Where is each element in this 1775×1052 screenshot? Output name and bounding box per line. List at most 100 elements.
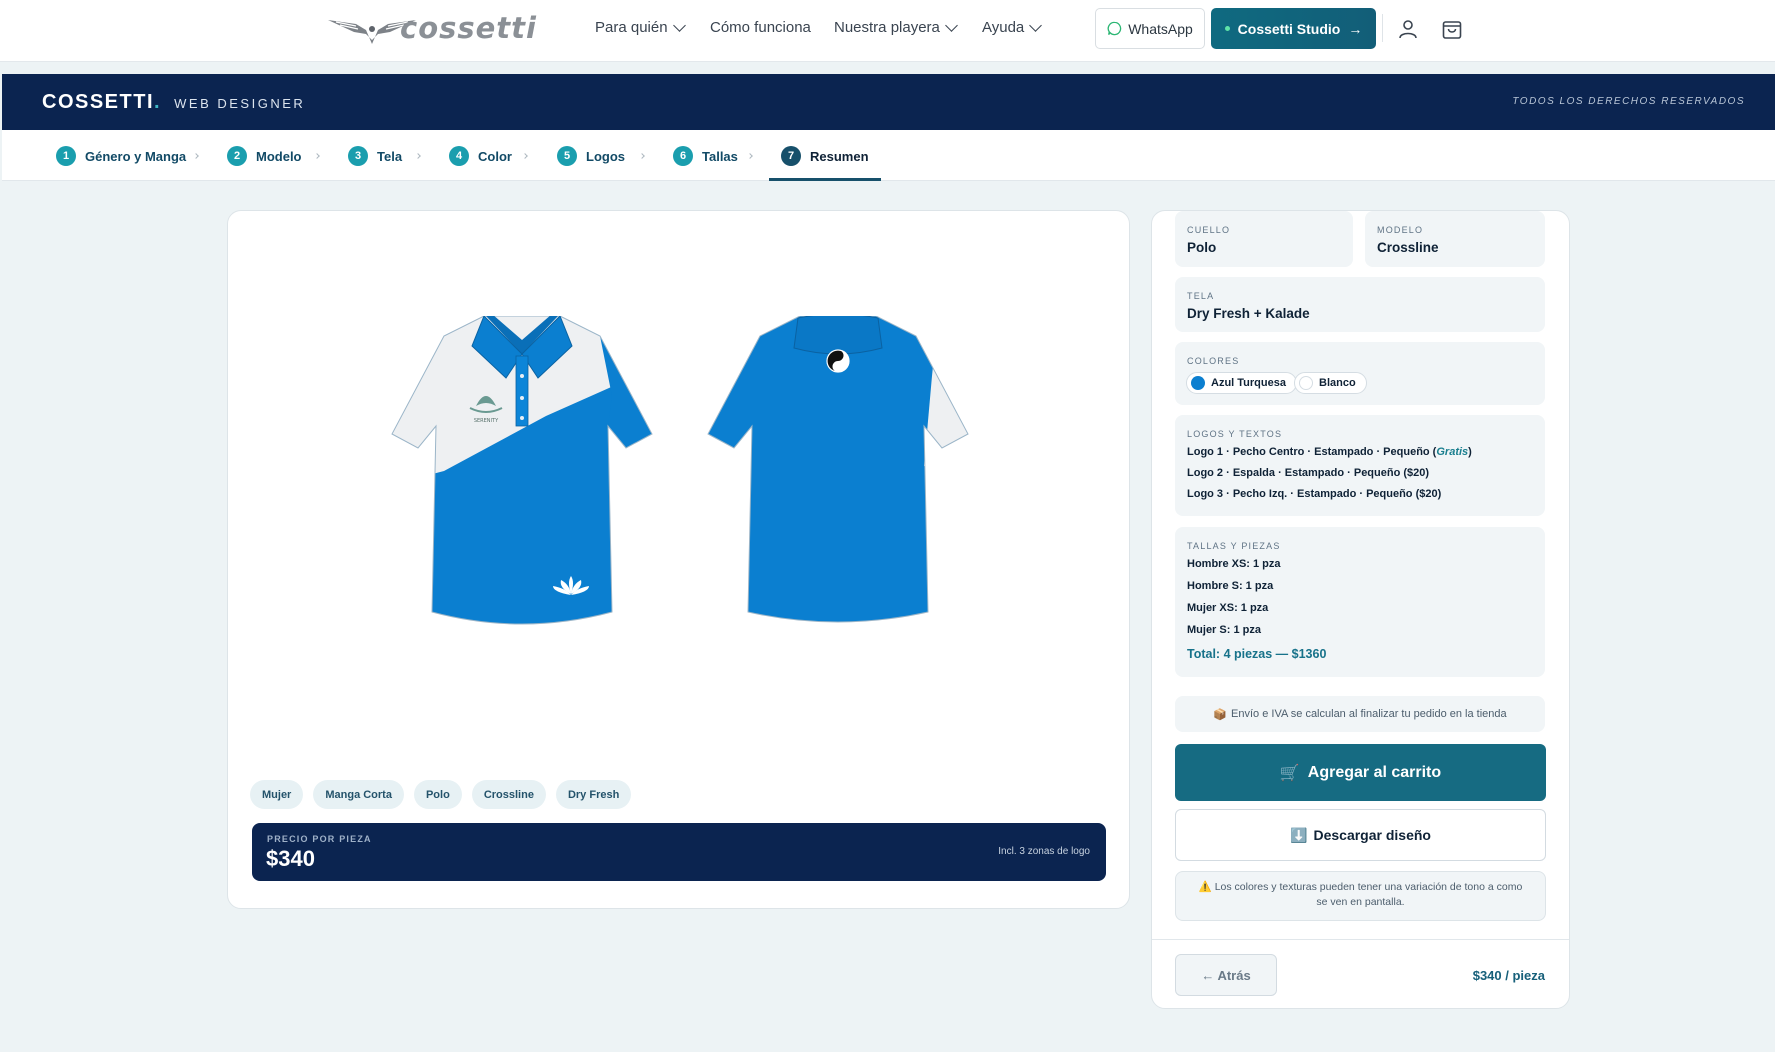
step-resumen[interactable]: 7 Resumen xyxy=(781,146,869,166)
logo-free-label: Gratis xyxy=(1436,446,1469,458)
warning-icon: ⚠️ xyxy=(1198,881,1212,893)
shipping-note: 📦 Envío e IVA se calculan al finalizar t… xyxy=(1175,696,1545,732)
top-navbar: cossetti Para quién Cómo funciona Nuestr… xyxy=(0,0,1775,62)
nav-label: Nuestra playera xyxy=(834,19,940,36)
price-value: $340 xyxy=(266,846,315,871)
designer-header: COSSETTI. WEB DESIGNER TODOS LOS DERECHO… xyxy=(2,74,1775,130)
step-chevron-icon xyxy=(522,153,528,159)
arrow-right-icon: → xyxy=(1348,20,1363,37)
warning-text: Los colores y texturas pueden tener una … xyxy=(1214,881,1523,908)
chevron-down-icon xyxy=(1029,19,1043,32)
summary-cuello: CUELLO Polo xyxy=(1175,211,1353,267)
step-modelo[interactable]: 2 Modelo xyxy=(227,146,302,166)
status-dot-icon xyxy=(1224,26,1230,31)
summary-value: Polo xyxy=(1187,240,1217,255)
back-button[interactable]: ← Atrás xyxy=(1175,954,1277,996)
shopping-bag-icon[interactable] xyxy=(1440,17,1464,41)
panel-divider xyxy=(1152,939,1569,940)
logo-line: Logo 1 · Pecho Centro · Estampado · Pequ… xyxy=(1187,446,1472,458)
step-label: Tela xyxy=(377,148,403,164)
shipping-note-text: Envío e IVA se calculan al finalizar tu … xyxy=(1231,708,1507,720)
nav-nuestra-playera[interactable]: Nuestra playera xyxy=(834,19,958,36)
add-to-cart-button[interactable]: 🛒 Agregar al carrito xyxy=(1175,744,1546,801)
step-label: Tallas xyxy=(702,148,738,164)
whatsapp-button[interactable]: WhatsApp xyxy=(1095,8,1205,49)
download-label: Descargar diseño xyxy=(1313,827,1431,843)
step-number: 6 xyxy=(673,146,693,166)
spec-tag: Crossline xyxy=(471,780,546,809)
step-color[interactable]: 4 Color xyxy=(449,146,512,166)
download-design-button[interactable]: ⬇️ Descargar diseño xyxy=(1175,809,1546,861)
studio-label: Cossetti Studio xyxy=(1237,20,1341,37)
user-icon[interactable] xyxy=(1396,17,1420,41)
color-swatch xyxy=(1299,376,1313,390)
shirt-back-image xyxy=(707,316,969,623)
color-swatch xyxy=(1191,376,1205,390)
step-tela[interactable]: 3 Tela xyxy=(348,146,402,166)
summary-value: Dry Fresh + Kalade xyxy=(1187,306,1310,321)
step-number: 3 xyxy=(348,146,368,166)
spec-tags: Mujer Manga Corta Polo Crossline Dry Fre… xyxy=(250,780,632,809)
total-line: Total: 4 piezas — $1360 xyxy=(1187,647,1327,661)
step-number: 7 xyxy=(781,146,801,166)
nav-ayuda[interactable]: Ayuda xyxy=(982,19,1043,36)
step-genero-manga[interactable]: 1 Género y Manga xyxy=(56,146,186,166)
cart-icon: 🛒 xyxy=(1279,764,1300,782)
steps-bar: 1 Género y Manga 2 Modelo 3 Tela 4 Color… xyxy=(2,130,1775,181)
designer-title: COSSETTI. WEB DESIGNER xyxy=(42,91,305,114)
yin-yang-icon xyxy=(826,349,850,373)
size-line: Mujer XS: 1 pza xyxy=(1187,602,1269,614)
step-number: 2 xyxy=(227,146,247,166)
nav-como-funciona[interactable]: Cómo funciona xyxy=(710,19,811,36)
summary-label: COLORES xyxy=(1187,356,1240,366)
size-line: Mujer S: 1 pza xyxy=(1187,624,1261,636)
size-line: Hombre XS: 1 pza xyxy=(1187,558,1281,570)
step-number: 1 xyxy=(56,146,76,166)
step-number: 4 xyxy=(449,146,469,166)
summary-tallas: TALLAS Y PIEZAS Hombre XS: 1 pza Hombre … xyxy=(1175,527,1545,677)
logo-line-end: ) xyxy=(1468,446,1472,458)
active-step-indicator xyxy=(769,178,881,181)
nav-label: Ayuda xyxy=(982,19,1025,36)
step-chevron-icon xyxy=(193,153,199,159)
chevron-down-icon xyxy=(945,19,958,32)
step-chevron-icon xyxy=(415,153,421,159)
brand-logo[interactable]: cossetti xyxy=(326,10,544,46)
designer-brand: COSSETTI xyxy=(42,91,155,113)
color-chip-azul-turquesa: Azul Turquesa xyxy=(1186,372,1297,394)
summary-modelo: MODELO Crossline xyxy=(1365,211,1545,267)
summary-logos: LOGOS Y TEXTOS Logo 1 · Pecho Centro · E… xyxy=(1175,415,1545,516)
shirt-preview-card: SERENITY Mujer Manga Corta Polo Crosslin… xyxy=(227,210,1130,909)
price-per-piece-bar: PRECIO POR PIEZA $340 Incl. 3 zonas de l… xyxy=(252,823,1106,881)
step-label: Modelo xyxy=(256,148,302,164)
unit-price: $340 / pieza xyxy=(1472,968,1545,983)
whatsapp-icon xyxy=(1107,21,1122,36)
step-tallas[interactable]: 6 Tallas xyxy=(673,146,738,166)
download-icon: ⬇️ xyxy=(1290,826,1308,843)
step-number: 5 xyxy=(557,146,577,166)
summary-label: TALLAS Y PIEZAS xyxy=(1187,541,1281,551)
serenity-logo-text: SERENITY xyxy=(474,418,499,424)
step-label: Logos xyxy=(586,148,625,164)
spec-tag: Polo xyxy=(413,780,462,809)
color-name: Azul Turquesa xyxy=(1211,377,1286,389)
nav-para-quien[interactable]: Para quién xyxy=(595,19,686,36)
add-to-cart-label: Agregar al carrito xyxy=(1307,763,1442,781)
color-name: Blanco xyxy=(1319,377,1356,389)
summary-label: TELA xyxy=(1187,291,1215,301)
package-icon: 📦 xyxy=(1213,708,1228,721)
whatsapp-label: WhatsApp xyxy=(1128,20,1193,37)
nav-divider xyxy=(1382,14,1383,42)
cossetti-studio-button[interactable]: Cossetti Studio → xyxy=(1211,8,1376,49)
logo-line: Logo 2 · Espalda · Estampado · Pequeño (… xyxy=(1187,467,1430,479)
price-label: PRECIO POR PIEZA xyxy=(267,834,372,844)
shirt-front-image: SERENITY xyxy=(391,316,653,625)
step-logos[interactable]: 5 Logos xyxy=(557,146,625,166)
brand-name: cossetti xyxy=(400,11,537,45)
step-chevron-icon xyxy=(639,153,645,159)
step-label: Color xyxy=(478,148,512,164)
summary-label: CUELLO xyxy=(1187,225,1231,235)
summary-colores: COLORES Azul Turquesa Blanco xyxy=(1175,342,1545,405)
step-label: Género y Manga xyxy=(85,148,187,164)
summary-value: Crossline xyxy=(1377,240,1439,255)
